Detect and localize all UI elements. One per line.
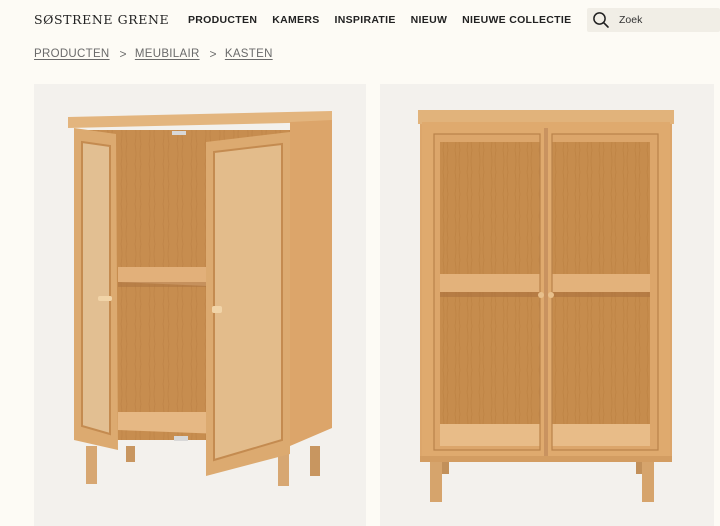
search-input[interactable]	[619, 11, 715, 29]
breadcrumb-item-producten[interactable]: PRODUCTEN	[34, 48, 110, 60]
breadcrumb-item-kasten[interactable]: KASTEN	[225, 48, 273, 60]
product-image-open-doors[interactable]	[34, 84, 366, 526]
search-icon[interactable]	[592, 11, 610, 29]
nav-item-producten[interactable]: PRODUCTEN	[188, 14, 257, 26]
site-header: SØSTRENE GRENE PRODUCTEN KAMERS INSPIRAT…	[0, 0, 720, 40]
nav-item-inspiratie[interactable]: INSPIRATIE	[335, 14, 396, 26]
breadcrumb-separator: >	[209, 47, 217, 61]
cabinet-closed-illustration	[418, 110, 674, 502]
cabinet-open-illustration	[68, 111, 332, 486]
product-image-closed-doors[interactable]	[380, 84, 714, 526]
main-nav: PRODUCTEN KAMERS INSPIRATIE NIEUW NIEUWE…	[188, 14, 586, 26]
breadcrumb-item-meubilair[interactable]: MEUBILAIR	[135, 48, 200, 60]
breadcrumb-separator: >	[119, 47, 127, 61]
search-box[interactable]	[587, 8, 720, 32]
nav-item-kamers[interactable]: KAMERS	[272, 14, 319, 26]
nav-item-nieuwe-collectie[interactable]: NIEUWE COLLECTIE	[462, 14, 571, 26]
brand-logo[interactable]: SØSTRENE GRENE	[34, 12, 169, 27]
nav-item-nieuw[interactable]: NIEUW	[411, 14, 448, 26]
breadcrumb: PRODUCTEN > MEUBILAIR > KASTEN	[34, 47, 273, 61]
